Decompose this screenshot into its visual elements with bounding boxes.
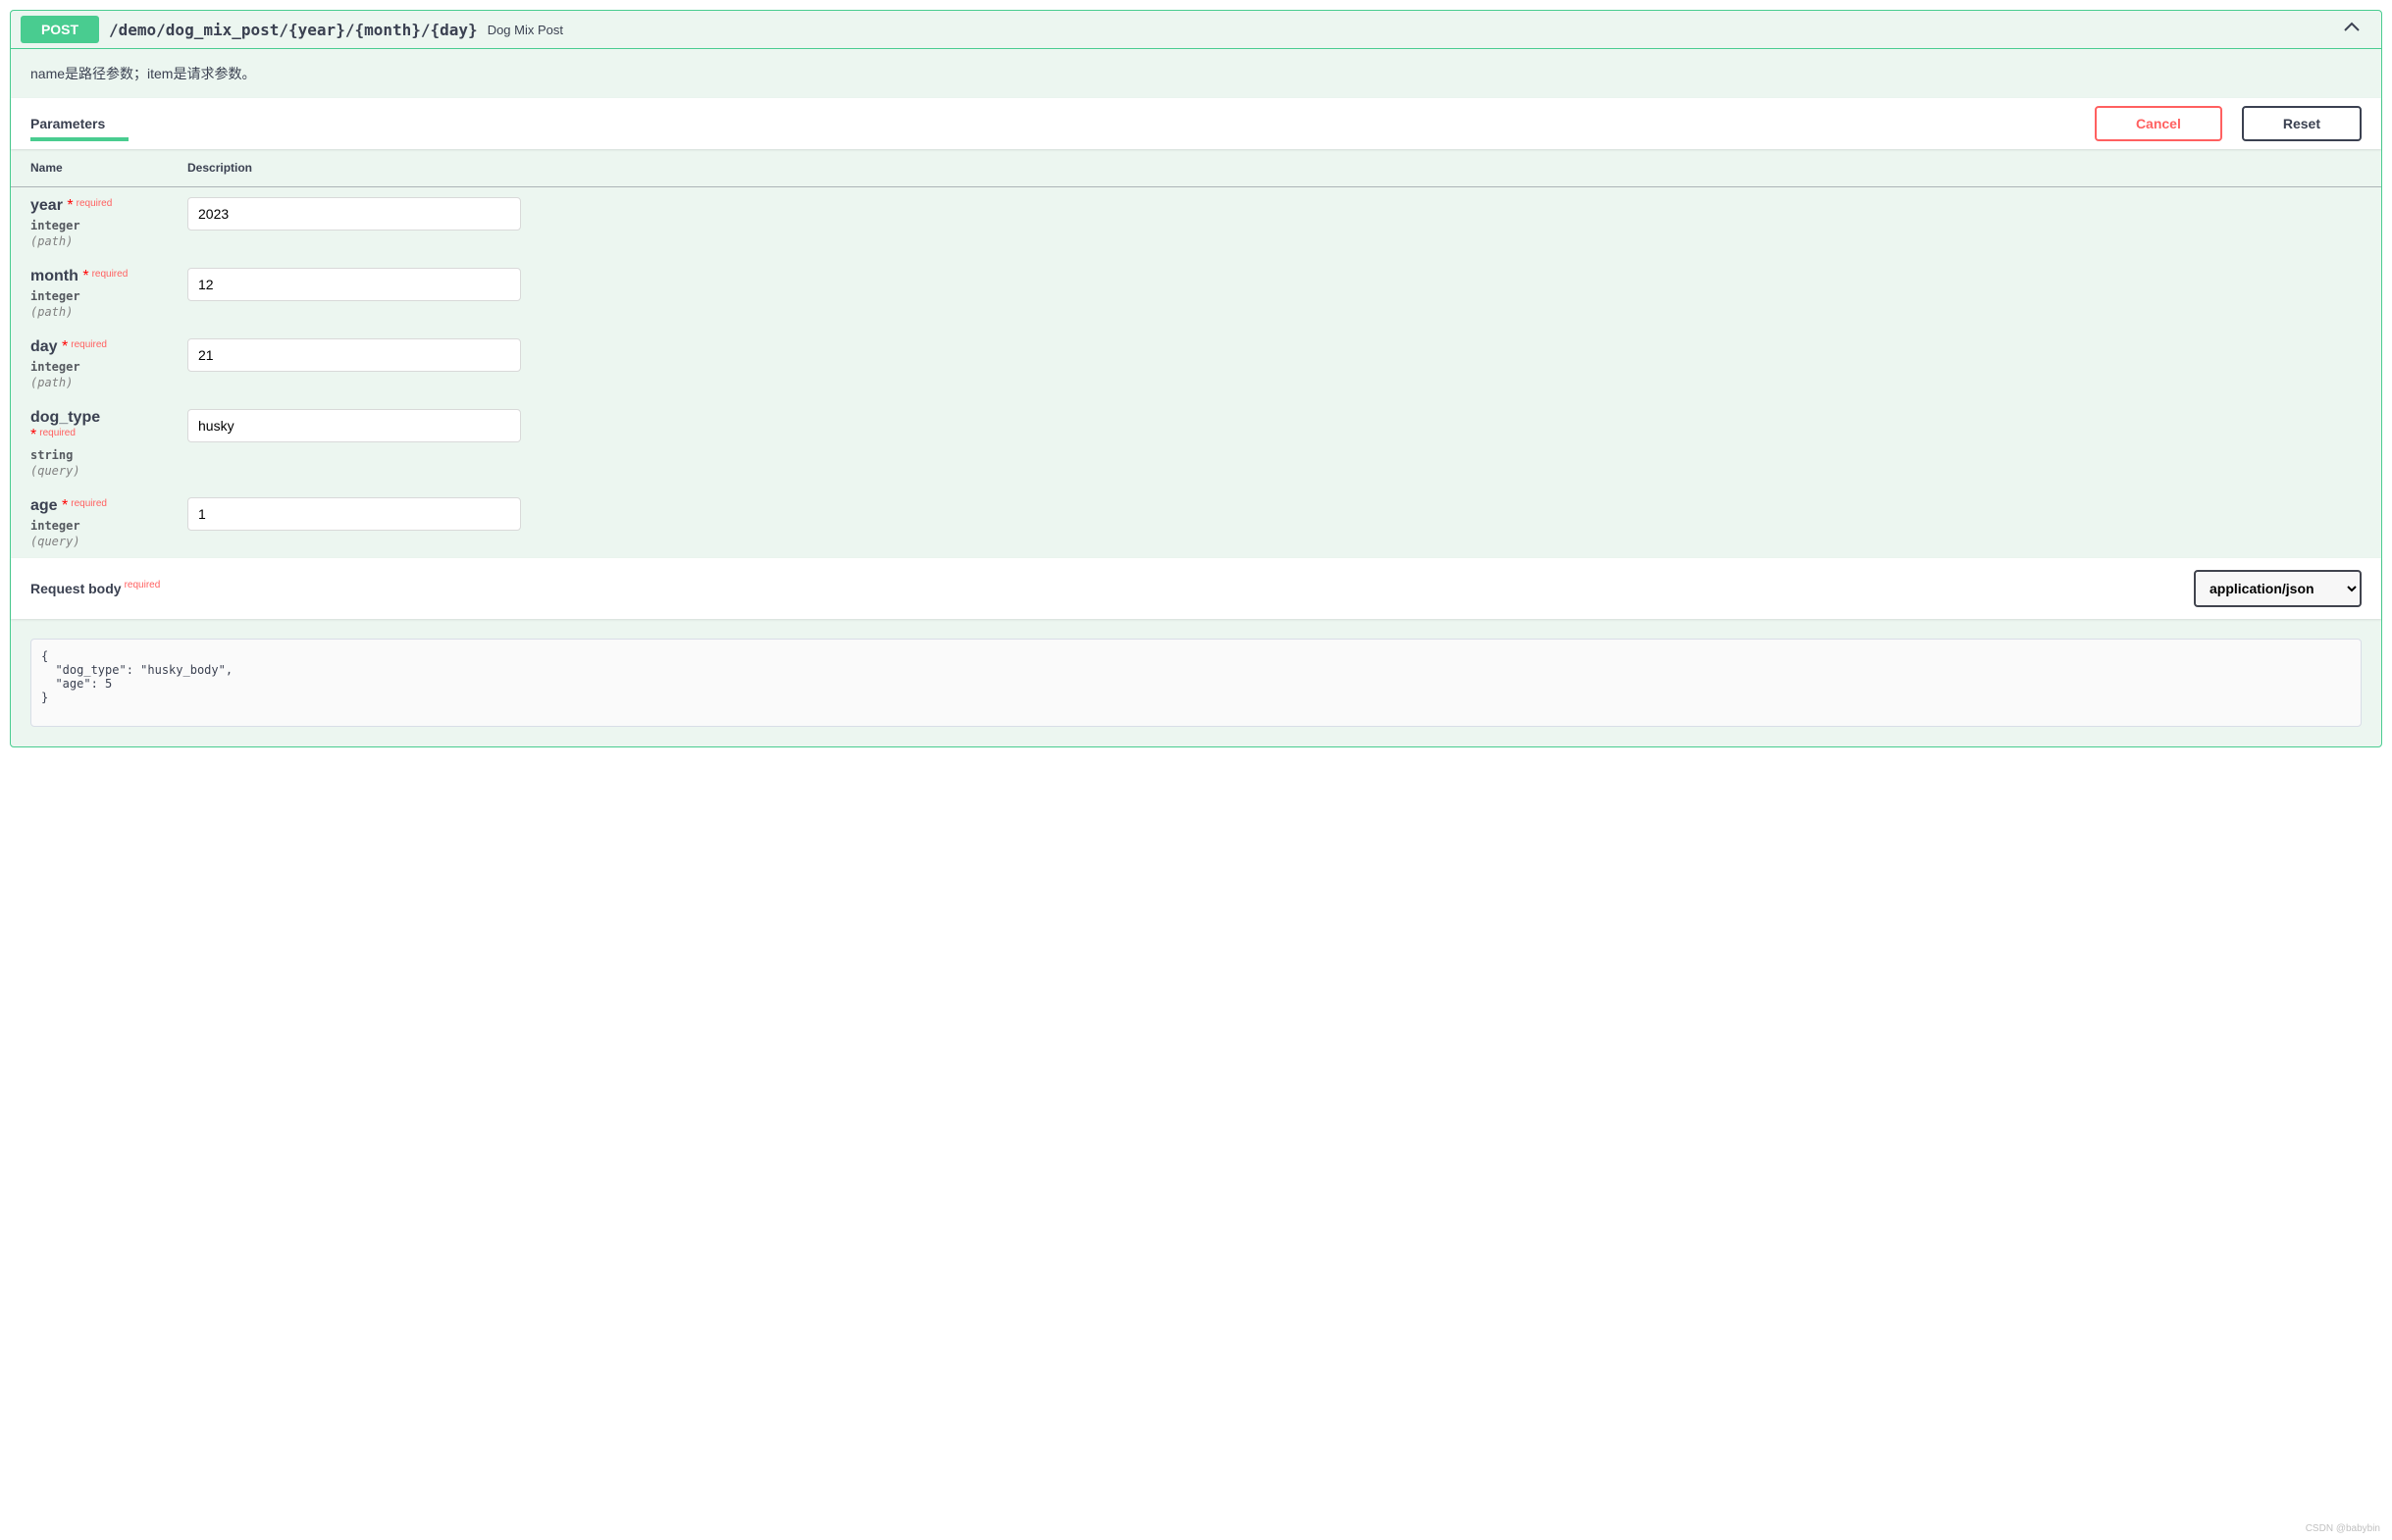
- param-input-month[interactable]: [187, 268, 521, 301]
- required-label: required: [74, 198, 113, 209]
- param-input-age[interactable]: [187, 497, 521, 531]
- param-in: (path): [30, 374, 148, 389]
- opblock-summary[interactable]: POST /demo/dog_mix_post/{year}/{month}/{…: [11, 11, 2381, 49]
- param-row-day: day *requiredinteger(path): [11, 329, 2381, 399]
- param-in: (path): [30, 232, 148, 248]
- param-input-day[interactable]: [187, 338, 521, 372]
- opblock-post: POST /demo/dog_mix_post/{year}/{month}/{…: [10, 10, 2382, 747]
- content-type-select[interactable]: application/json: [2194, 570, 2362, 607]
- param-name: year: [30, 197, 63, 214]
- required-star-icon: *: [67, 197, 73, 214]
- param-in: (path): [30, 303, 148, 319]
- param-input-year[interactable]: [187, 197, 521, 231]
- method-badge: POST: [21, 16, 99, 43]
- required-label: required: [68, 498, 107, 509]
- param-type: string: [30, 444, 148, 462]
- opblock-description: name是路径参数；item是请求参数。: [11, 49, 2381, 98]
- param-name: month: [30, 268, 78, 284]
- param-row-dog_type: dog_type *requiredstring(query): [11, 399, 2381, 488]
- param-type: integer: [30, 515, 148, 533]
- required-label: required: [68, 339, 107, 350]
- param-type: integer: [30, 215, 148, 232]
- col-name: Name: [11, 149, 168, 187]
- parameters-table: Name Description year *requiredinteger(p…: [11, 149, 2381, 558]
- request-body-required: required: [122, 580, 161, 590]
- chevron-up-icon[interactable]: [2332, 18, 2371, 42]
- param-row-year: year *required integer(path): [11, 187, 2381, 259]
- param-name: dog_type: [30, 409, 100, 426]
- endpoint-path: /demo/dog_mix_post/{year}/{month}/{day}: [99, 21, 488, 39]
- parameters-tab[interactable]: Parameters: [30, 106, 105, 141]
- param-type: integer: [30, 285, 148, 303]
- param-in: (query): [30, 462, 148, 478]
- required-label: required: [36, 428, 76, 438]
- col-description: Description: [168, 149, 2381, 187]
- param-name: day: [30, 338, 58, 355]
- reset-button[interactable]: Reset: [2242, 106, 2362, 141]
- request-body-title: Request body: [30, 581, 122, 596]
- parameters-header: Parameters Cancel Reset: [11, 98, 2381, 149]
- endpoint-summary: Dog Mix Post: [488, 23, 563, 37]
- param-name: age: [30, 497, 58, 514]
- cancel-button[interactable]: Cancel: [2095, 106, 2222, 141]
- param-in: (query): [30, 533, 148, 548]
- param-row-month: month *required integer(path): [11, 258, 2381, 329]
- param-row-age: age *requiredinteger(query): [11, 488, 2381, 558]
- required-label: required: [89, 269, 129, 280]
- param-type: integer: [30, 356, 148, 374]
- request-body-header: Request body required application/json: [11, 558, 2381, 619]
- watermark: CSDN @babybin: [2306, 1523, 2380, 1534]
- request-body-editor[interactable]: { "dog_type": "husky_body", "age": 5 }: [30, 639, 2362, 727]
- required-star-icon: *: [82, 268, 88, 284]
- param-input-dog_type[interactable]: [187, 409, 521, 442]
